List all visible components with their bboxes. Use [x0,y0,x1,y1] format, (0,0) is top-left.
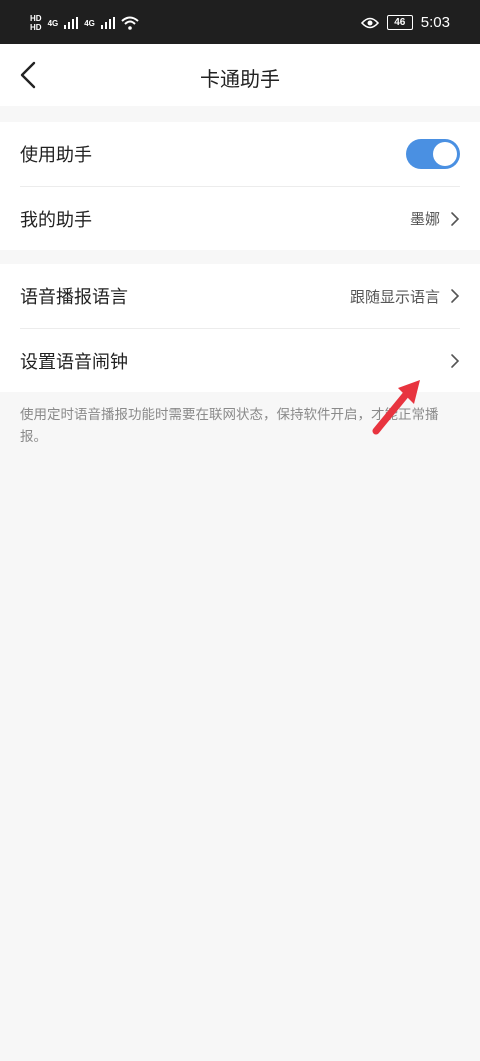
voice-language-row[interactable]: 语音播报语言 跟随显示语言 [20,264,460,328]
status-bar: HD HD 4G 4G 46 5:03 [0,0,480,44]
clock: 5:03 [420,14,450,31]
voice-alarm-right [450,353,460,369]
voice-language-label: 语音播报语言 [20,287,128,308]
chevron-right-icon [451,211,460,226]
wifi-icon [121,16,139,30]
annotation-arrow-icon [372,380,420,435]
voice-language-right: 跟随显示语言 [350,286,460,307]
eye-icon [360,17,379,28]
settings-group-assistant: 使用助手 我的助手 墨娜 [0,122,480,250]
chevron-right-icon [451,353,460,368]
my-assistant-right: 墨娜 [410,208,460,229]
toggle-knob [433,142,457,166]
my-assistant-value: 墨娜 [409,210,440,228]
settings-group-voice: 语音播报语言 跟随显示语言 设置语音闹钟 [0,264,480,392]
voice-language-value: 跟随显示语言 [349,287,440,306]
top-bar: 卡通助手 [0,44,480,106]
battery-icon: 46 [386,15,413,30]
signal-icon [100,17,115,29]
status-right: 46 5:03 [360,14,450,31]
my-assistant-row[interactable]: 我的助手 墨娜 [20,186,460,250]
chevron-right-icon [451,289,460,303]
voice-alarm-label: 设置语音闹钟 [20,351,128,373]
use-assistant-toggle[interactable] [406,139,460,169]
use-assistant-label: 使用助手 [20,145,92,166]
hd-labels: HD HD [30,14,42,32]
my-assistant-label: 我的助手 [20,209,92,231]
status-left: HD HD 4G 4G [30,14,139,32]
network-type: 4G [47,18,59,28]
use-assistant-row[interactable]: 使用助手 [20,122,460,186]
hd-label: HD [30,14,42,23]
signal-icon [64,17,79,29]
network-type: 4G [84,18,95,28]
hd-label: HD [30,23,42,32]
page-title: 卡通助手 [200,67,280,91]
